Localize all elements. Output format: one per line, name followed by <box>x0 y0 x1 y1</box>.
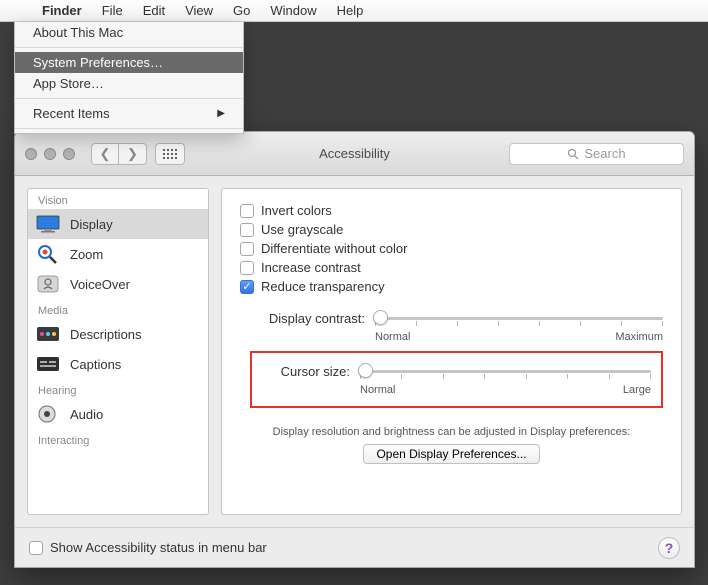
help-button[interactable]: ? <box>658 537 680 559</box>
sidebar-group-hearing: Hearing <box>28 379 208 399</box>
slider-thumb[interactable] <box>358 363 373 378</box>
voiceover-icon <box>36 274 60 294</box>
sidebar-item-captions[interactable]: Captions <box>28 349 208 379</box>
window-title: Accessibility <box>319 146 390 161</box>
menubar-view[interactable]: View <box>175 0 223 21</box>
nav-buttons: ❮ ❯ <box>91 143 147 165</box>
zoom-icon <box>36 244 60 264</box>
sidebar-item-display[interactable]: Display <box>28 209 208 239</box>
sidebar-item-voiceover[interactable]: VoiceOver <box>28 269 208 299</box>
display-contrast-label: Display contrast: <box>260 311 365 326</box>
window-footer: Show Accessibility status in menu bar ? <box>15 527 694 567</box>
back-button[interactable]: ❮ <box>91 143 119 165</box>
display-contrast-block: Display contrast: Normal Maximum <box>260 308 663 343</box>
checkbox[interactable] <box>240 261 254 275</box>
close-button[interactable] <box>25 148 37 160</box>
window-controls <box>25 148 75 160</box>
accessibility-window: ❮ ❯ Accessibility Search Vision Display … <box>14 131 695 568</box>
checkbox[interactable] <box>240 242 254 256</box>
apple-menu-dropdown: About This Mac System Preferences… App S… <box>14 22 244 134</box>
option-use-grayscale[interactable]: Use grayscale <box>240 222 663 237</box>
display-icon <box>36 214 60 234</box>
checkbox[interactable]: ✓ <box>240 280 254 294</box>
search-placeholder: Search <box>584 146 625 161</box>
chevron-right-icon: ▶ <box>217 108 225 119</box>
grid-icon <box>163 149 177 159</box>
menu-recent-items[interactable]: Recent Items▶ <box>15 103 243 124</box>
sidebar-item-audio[interactable]: Audio <box>28 399 208 429</box>
footer-checkbox-label: Show Accessibility status in menu bar <box>50 540 267 555</box>
open-display-preferences-button[interactable]: Open Display Preferences... <box>363 444 539 464</box>
menubar-go[interactable]: Go <box>223 0 260 21</box>
option-reduce-transparency[interactable]: ✓Reduce transparency <box>240 279 663 294</box>
slider-thumb[interactable] <box>373 310 388 325</box>
menu-separator <box>15 47 243 48</box>
search-input[interactable]: Search <box>509 143 684 165</box>
menu-separator <box>15 128 243 129</box>
menubar-file[interactable]: File <box>92 0 133 21</box>
slider-min-label: Normal <box>360 384 395 396</box>
sidebar-item-label: VoiceOver <box>70 277 130 292</box>
menu-app-store[interactable]: App Store… <box>15 73 243 94</box>
menubar-app[interactable]: Finder <box>32 0 92 21</box>
apple-menu[interactable] <box>0 0 32 21</box>
sidebar-group-interacting: Interacting <box>28 429 208 449</box>
checkbox[interactable] <box>240 204 254 218</box>
descriptions-icon <box>36 324 60 344</box>
show-all-button[interactable] <box>155 143 185 165</box>
captions-icon <box>36 354 60 374</box>
menubar-window[interactable]: Window <box>260 0 326 21</box>
menu-system-preferences[interactable]: System Preferences… <box>15 52 243 73</box>
sidebar-item-label: Captions <box>70 357 121 372</box>
menubar-edit[interactable]: Edit <box>133 0 175 21</box>
search-icon <box>567 148 579 160</box>
menu-separator <box>15 98 243 99</box>
menubar-help[interactable]: Help <box>327 0 374 21</box>
window-toolbar: ❮ ❯ Accessibility Search <box>15 132 694 176</box>
sidebar-item-label: Descriptions <box>70 327 142 342</box>
checkbox[interactable] <box>240 223 254 237</box>
sidebar-group-vision: Vision <box>28 189 208 209</box>
forward-button[interactable]: ❯ <box>119 143 147 165</box>
zoom-button[interactable] <box>63 148 75 160</box>
sidebar-item-descriptions[interactable]: Descriptions <box>28 319 208 349</box>
slider-min-label: Normal <box>375 331 410 343</box>
sidebar-item-zoom[interactable]: Zoom <box>28 239 208 269</box>
slider-max-label: Large <box>623 384 651 396</box>
cursor-size-highlight: Cursor size: Normal Large <box>250 351 663 408</box>
option-increase-contrast[interactable]: Increase contrast <box>240 260 663 275</box>
sidebar-group-media: Media <box>28 299 208 319</box>
sidebar-item-label: Zoom <box>70 247 103 262</box>
footer-checkbox[interactable] <box>29 541 43 555</box>
option-differentiate[interactable]: Differentiate without color <box>240 241 663 256</box>
menubar: Finder File Edit View Go Window Help <box>0 0 708 22</box>
menu-about-this-mac[interactable]: About This Mac <box>15 22 243 43</box>
window-content: Vision Display Zoom VoiceOver Media Desc… <box>15 176 694 527</box>
settings-panel: Invert colors Use grayscale Differentiat… <box>221 188 682 515</box>
minimize-button[interactable] <box>44 148 56 160</box>
slider-max-label: Maximum <box>615 331 663 343</box>
audio-icon <box>36 404 60 424</box>
help-text: Display resolution and brightness can be… <box>240 426 663 438</box>
sidebar-item-label: Audio <box>70 407 103 422</box>
display-contrast-slider[interactable] <box>375 308 663 328</box>
category-sidebar: Vision Display Zoom VoiceOver Media Desc… <box>27 188 209 515</box>
cursor-size-slider[interactable] <box>360 361 651 381</box>
cursor-size-label: Cursor size: <box>262 364 350 379</box>
sidebar-item-label: Display <box>70 217 113 232</box>
option-invert-colors[interactable]: Invert colors <box>240 203 663 218</box>
